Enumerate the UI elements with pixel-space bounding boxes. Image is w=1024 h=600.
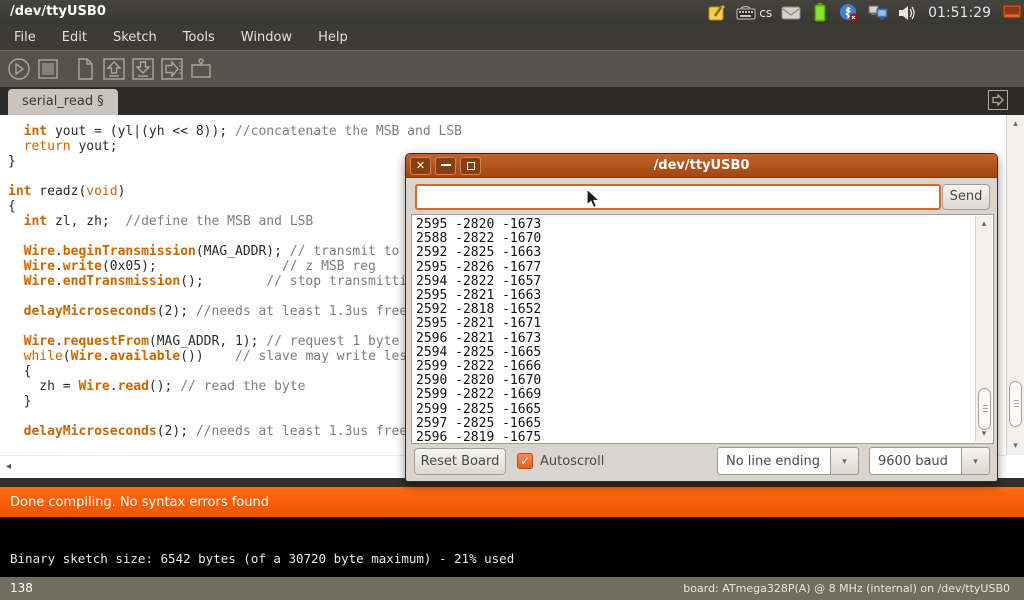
send-button[interactable]: Send: [942, 184, 990, 210]
scroll-left-arrow-icon[interactable]: ◂: [6, 461, 11, 472]
menu-item-help[interactable]: Help: [312, 28, 354, 47]
toolbar: [0, 50, 1024, 87]
chevron-down-icon[interactable]: ▾: [830, 447, 859, 475]
serial-input[interactable]: [415, 184, 941, 210]
new-sketch-icon[interactable]: [71, 55, 99, 83]
serial-lines: 2595 -2820 -1673 2588 -2822 -1670 2592 -…: [416, 218, 541, 444]
status-message: Done compiling. No syntax errors found: [10, 495, 269, 510]
upload-icon[interactable]: [158, 55, 186, 83]
save-icon[interactable]: [129, 55, 157, 83]
network-icon[interactable]: [868, 3, 888, 23]
battery-icon[interactable]: [810, 3, 830, 23]
scrollbar-thumb[interactable]: [1009, 381, 1022, 427]
board-info: board: ATmega328P(A) @ 8 MHz (internal) …: [683, 582, 1010, 595]
scroll-up-icon[interactable]: ▴: [976, 217, 992, 231]
autoscroll-checkbox[interactable]: ✓: [517, 453, 533, 469]
menu-item-tools[interactable]: Tools: [177, 28, 221, 47]
serial-scrollbar[interactable]: ▴ ▾: [975, 216, 992, 442]
system-tray: cs 01:51:29: [707, 0, 1022, 25]
scrollbar-thumb[interactable]: [978, 388, 991, 430]
tab-serial-read[interactable]: serial_read §: [8, 89, 118, 115]
autoscroll-label: Autoscroll: [540, 454, 604, 469]
tab-menu-icon[interactable]: [988, 90, 1008, 110]
menu-item-edit[interactable]: Edit: [56, 28, 93, 47]
menu-bar: File Edit Sketch Tools Window Help: [0, 25, 1024, 50]
keyboard-layout-icon[interactable]: [736, 3, 756, 23]
volume-icon[interactable]: [897, 3, 917, 23]
line-ending-select[interactable]: No line ending ▾: [717, 447, 859, 475]
top-panel: /dev/ttyUSB0 cs 01:51:: [0, 0, 1024, 25]
tab-bar: serial_read §: [0, 87, 1024, 115]
serial-monitor-icon[interactable]: [187, 55, 215, 83]
screen: /dev/ttyUSB0 cs 01:51:: [0, 0, 1024, 600]
console-output: Binary sketch size: 6542 bytes (of a 307…: [0, 517, 1024, 577]
stop-icon[interactable]: [34, 55, 62, 83]
serial-controls: Reset Board ✓ Autoscroll No line ending …: [406, 445, 997, 481]
scroll-down-icon[interactable]: ▾: [1007, 439, 1024, 453]
reset-board-button[interactable]: Reset Board: [414, 448, 506, 475]
console-message: Binary sketch size: 6542 bytes (of a 307…: [10, 551, 514, 566]
baud-rate-select[interactable]: 9600 baud ▾: [869, 447, 990, 475]
mouse-cursor: [586, 188, 604, 214]
window-title: /dev/ttyUSB0: [10, 4, 106, 19]
keyboard-layout-label[interactable]: cs: [759, 6, 772, 20]
line-number: 138: [10, 581, 33, 595]
notes-icon[interactable]: [707, 3, 727, 23]
line-ending-value[interactable]: No line ending: [717, 447, 830, 475]
clock[interactable]: 01:51:29: [926, 5, 993, 21]
session-icon[interactable]: [1002, 3, 1022, 23]
baud-rate-value[interactable]: 9600 baud: [869, 447, 961, 475]
serial-monitor-window: ✕ /dev/ttyUSB0 Send 2595 -2820 -1673 258…: [405, 153, 998, 482]
mail-icon[interactable]: [781, 3, 801, 23]
serial-window-title: /dev/ttyUSB0: [406, 158, 997, 173]
bluetooth-icon[interactable]: [839, 3, 859, 23]
serial-titlebar[interactable]: ✕ /dev/ttyUSB0: [406, 154, 997, 178]
menu-item-file[interactable]: File: [8, 28, 42, 47]
editor-vertical-scrollbar[interactable]: ▴ ▾: [1006, 115, 1024, 455]
open-icon[interactable]: [100, 55, 128, 83]
menu-item-sketch[interactable]: Sketch: [107, 28, 163, 47]
status-bar: Done compiling. No syntax errors found: [0, 487, 1024, 517]
serial-output[interactable]: 2595 -2820 -1673 2588 -2822 -1670 2592 -…: [411, 214, 994, 444]
scroll-up-icon[interactable]: ▴: [1007, 117, 1024, 131]
chevron-down-icon[interactable]: ▾: [961, 447, 990, 475]
menu-item-window[interactable]: Window: [235, 28, 298, 47]
footer-bar: 138 board: ATmega328P(A) @ 8 MHz (intern…: [0, 577, 1024, 600]
verify-icon[interactable]: [5, 55, 33, 83]
